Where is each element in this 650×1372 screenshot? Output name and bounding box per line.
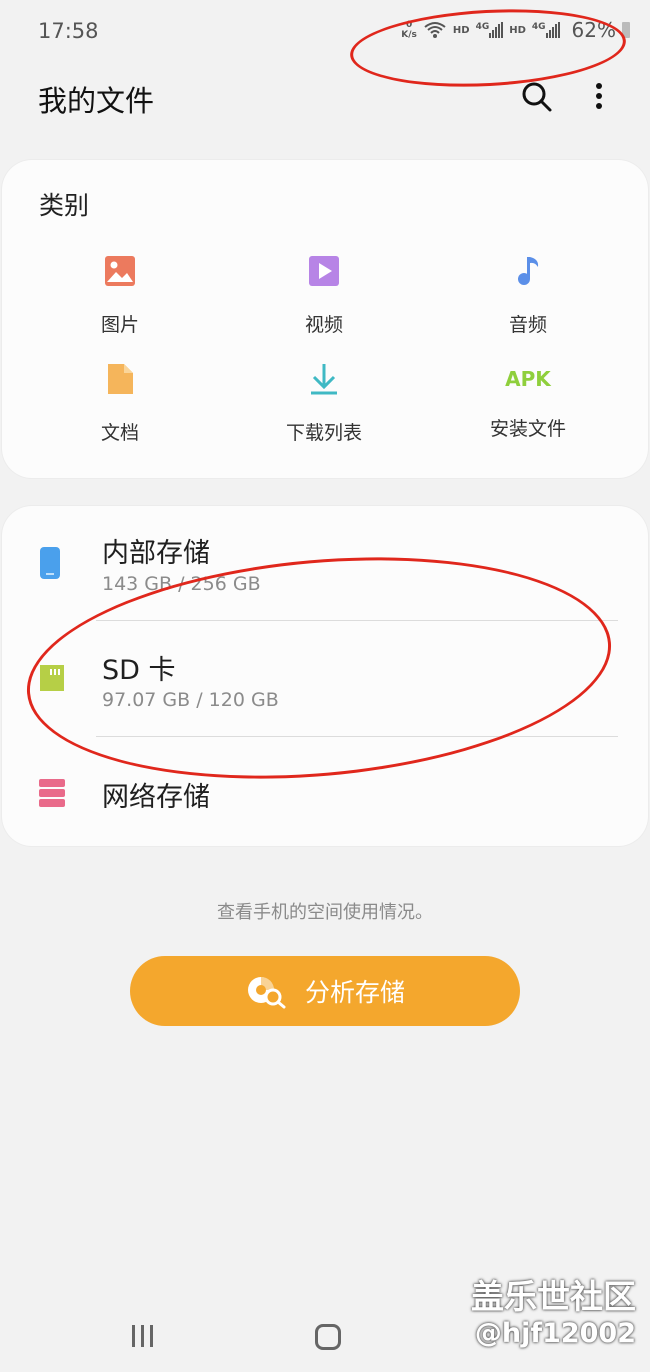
search-icon <box>522 82 552 112</box>
phone-icon <box>40 547 60 579</box>
category-downloads[interactable]: 下载列表 <box>224 362 424 445</box>
storage-internal-usage: 143 GB / 256 GB <box>102 573 261 595</box>
hd-indicator-2: HD <box>509 24 526 36</box>
status-icons: 0 K/s HD 4G HD 4G 62% <box>401 18 630 42</box>
battery-percent: 62% <box>571 18 616 42</box>
category-images[interactable]: 图片 <box>20 254 220 337</box>
signal-1: 4G <box>476 22 504 38</box>
recent-apps-icon <box>132 1325 135 1347</box>
home-button[interactable] <box>315 1324 341 1350</box>
status-time: 17:58 <box>38 19 99 43</box>
analyze-storage-button[interactable]: 分析存储 <box>130 956 520 1026</box>
storage-network[interactable]: 网络存储 <box>2 737 648 846</box>
analyze-storage-label: 分析存储 <box>304 978 405 1007</box>
category-apk[interactable]: APK 安装文件 <box>428 362 628 441</box>
page-title: 我的文件 <box>38 84 155 118</box>
category-videos[interactable]: 视频 <box>224 254 424 337</box>
signal-icon <box>489 22 504 38</box>
signal-2: 4G <box>532 22 560 38</box>
search-button[interactable] <box>518 78 554 114</box>
download-icon <box>311 364 337 395</box>
storage-card: 内部存储 143 GB / 256 GB SD 卡 97.07 GB / 120… <box>2 506 648 846</box>
status-bar: 17:58 0 K/s HD 4G HD 4G 62% <box>0 0 650 64</box>
more-vertical-icon <box>596 83 602 109</box>
hd-indicator-1: HD <box>452 24 470 36</box>
storage-internal-name: 内部存储 <box>102 538 210 569</box>
storage-network-name: 网络存储 <box>102 782 210 813</box>
video-icon <box>309 256 339 286</box>
signal-icon <box>545 22 560 38</box>
watermark-title: 盖乐世社区 <box>471 1277 636 1316</box>
storage-sd-name: SD 卡 <box>102 655 176 686</box>
image-icon <box>105 256 135 286</box>
recent-apps-button[interactable] <box>132 1325 153 1347</box>
storage-analysis-icon <box>247 977 286 1009</box>
battery-icon <box>622 22 630 38</box>
storage-sd-card[interactable]: SD 卡 97.07 GB / 120 GB <box>2 621 648 736</box>
document-icon <box>108 364 133 394</box>
apk-icon: APK <box>505 367 551 391</box>
storage-internal[interactable]: 内部存储 143 GB / 256 GB <box>2 506 648 620</box>
sd-card-icon <box>40 665 64 691</box>
network-storage-icon <box>39 779 65 807</box>
categories-heading: 类别 <box>39 191 90 220</box>
analyze-hint: 查看手机的空间使用情况。 <box>217 902 433 923</box>
watermark-handle: @hjf12002 <box>474 1318 636 1349</box>
storage-sd-usage: 97.07 GB / 120 GB <box>102 689 279 711</box>
audio-icon <box>518 257 539 285</box>
wifi-icon <box>424 22 446 38</box>
category-audio[interactable]: 音频 <box>428 254 628 337</box>
network-speed: 0 K/s <box>401 20 417 40</box>
category-documents[interactable]: 文档 <box>20 362 220 445</box>
more-options-button[interactable] <box>586 78 612 114</box>
categories-card: 类别 图片 视频 音频 文档 下载列表 APK 安装文件 <box>2 160 648 478</box>
